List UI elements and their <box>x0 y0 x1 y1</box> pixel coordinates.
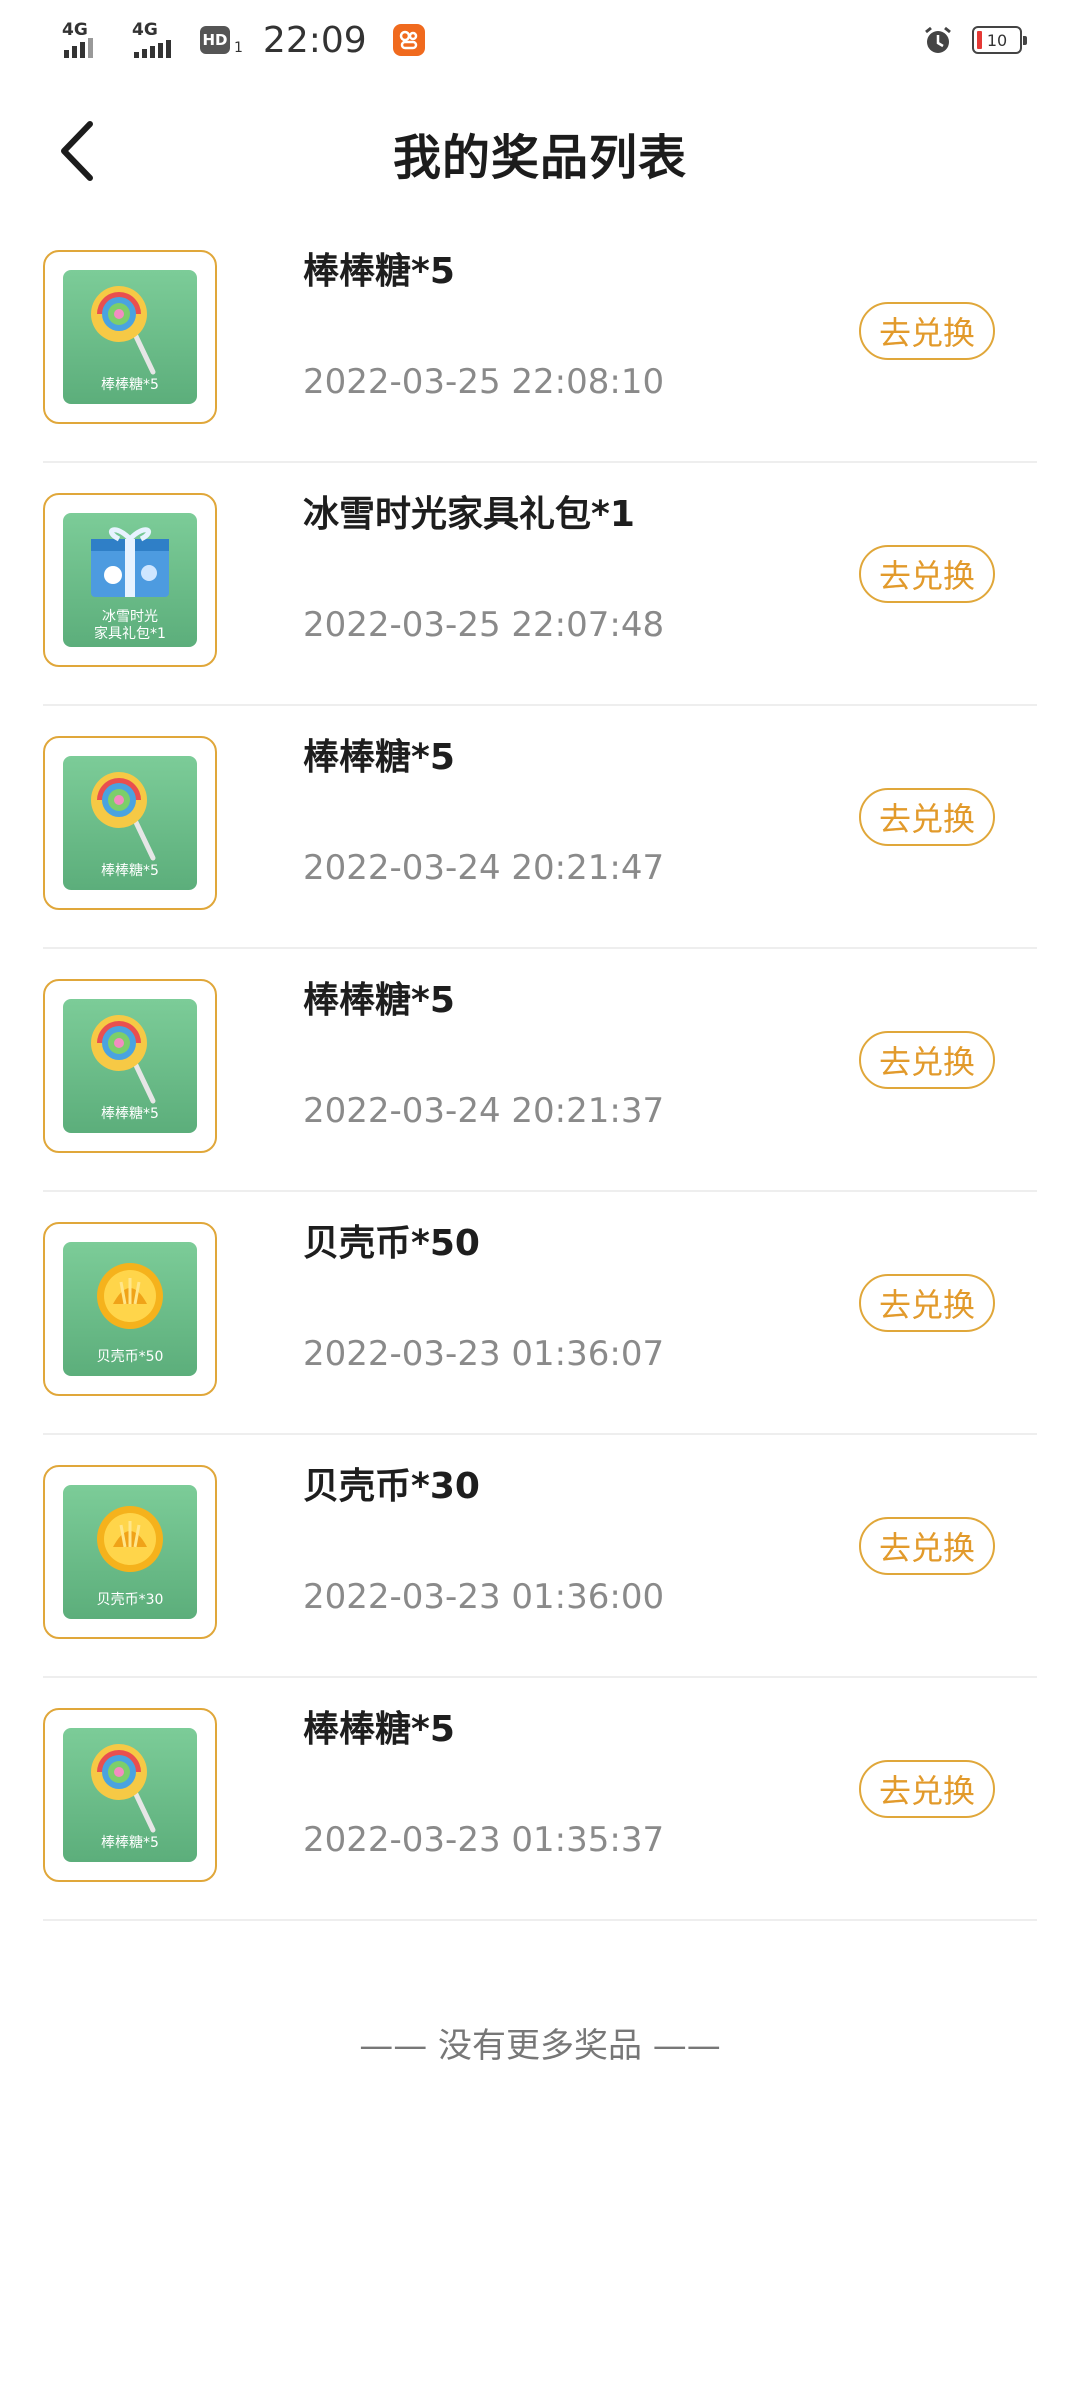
prize-name: 棒棒糖*5 <box>303 737 455 778</box>
prize-thumbnail: 棒棒糖*5 <box>43 736 217 910</box>
thumb-label: 棒棒糖*5 <box>101 863 159 879</box>
prize-thumbnail: 棒棒糖*5 <box>43 979 217 1153</box>
hd-sub-label: 1 <box>234 40 243 56</box>
prize-list: 棒棒糖*5 棒棒糖*5 2022-03-25 22:08:10 去兑换 冰雪时光 <box>43 220 1037 1921</box>
alarm-icon <box>922 24 954 56</box>
battery-level: 10 <box>986 30 1008 50</box>
status-bar: 4G 4G HD 1 22:09 10 <box>0 0 1080 84</box>
prize-name: 棒棒糖*5 <box>303 1709 455 1750</box>
prize-name: 贝壳币*30 <box>303 1466 480 1507</box>
thumb-label: 棒棒糖*5 <box>101 377 159 393</box>
redeem-button[interactable]: 去兑换 <box>859 302 995 360</box>
prize-name: 棒棒糖*5 <box>303 980 455 1021</box>
thumb-label: 贝壳币*30 <box>96 1592 164 1608</box>
network-type-label: 4G <box>132 20 158 40</box>
list-item: 棒棒糖*5 棒棒糖*5 2022-03-24 20:21:37 去兑换 <box>43 949 1037 1192</box>
prize-time: 2022-03-25 22:07:48 <box>303 605 665 645</box>
thumb-label: 贝壳币*50 <box>96 1349 164 1365</box>
thumb-label-line: 冰雪时光 <box>102 609 158 625</box>
thumb-label: 棒棒糖*5 <box>101 1106 159 1122</box>
prize-name: 棒棒糖*5 <box>303 251 455 292</box>
page-title: 我的奖品列表 <box>392 130 687 186</box>
network-type-label: 4G <box>62 20 88 40</box>
signal-icon: 4G <box>60 18 118 62</box>
prize-name: 冰雪时光家具礼包*1 <box>303 494 635 535</box>
list-item: 冰雪时光 家具礼包*1 冰雪时光家具礼包*1 2022-03-25 22:07:… <box>43 463 1037 706</box>
prize-time: 2022-03-24 20:21:47 <box>303 848 665 888</box>
redeem-button[interactable]: 去兑换 <box>859 1274 995 1332</box>
prize-time: 2022-03-23 01:35:37 <box>303 1820 665 1860</box>
prize-time: 2022-03-24 20:21:37 <box>303 1091 665 1131</box>
thumb-label: 棒棒糖*5 <box>101 1835 159 1851</box>
signal-icon: 4G <box>130 18 188 62</box>
prize-thumbnail: 棒棒糖*5 <box>43 1708 217 1882</box>
thumb-label-line: 家具礼包*1 <box>94 626 166 642</box>
redeem-button[interactable]: 去兑换 <box>859 545 995 603</box>
prize-name: 贝壳币*50 <box>303 1223 480 1264</box>
list-item: 贝壳币*50 贝壳币*50 2022-03-23 01:36:07 去兑换 <box>43 1192 1037 1435</box>
list-item: 贝壳币*30 贝壳币*30 2022-03-23 01:36:00 去兑换 <box>43 1435 1037 1678</box>
app-notification-icon <box>392 24 425 56</box>
hd-icon: HD <box>200 26 230 54</box>
redeem-button[interactable]: 去兑换 <box>859 1760 995 1818</box>
prize-thumbnail: 贝壳币*50 <box>43 1222 217 1396</box>
list-item: 棒棒糖*5 棒棒糖*5 2022-03-23 01:35:37 去兑换 <box>43 1678 1037 1921</box>
prize-time: 2022-03-23 01:36:07 <box>303 1334 665 1374</box>
battery-icon: 10 <box>972 26 1027 54</box>
redeem-button[interactable]: 去兑换 <box>859 1517 995 1575</box>
prize-thumbnail: 贝壳币*30 <box>43 1465 217 1639</box>
no-more-prizes-label: —— 没有更多奖品 —— <box>359 2026 721 2066</box>
prize-time: 2022-03-23 01:36:00 <box>303 1577 665 1617</box>
redeem-button[interactable]: 去兑换 <box>859 1031 995 1089</box>
list-item: 棒棒糖*5 棒棒糖*5 2022-03-24 20:21:47 去兑换 <box>43 706 1037 949</box>
prize-time: 2022-03-25 22:08:10 <box>303 362 665 402</box>
prize-thumbnail: 棒棒糖*5 <box>43 250 217 424</box>
prize-thumbnail: 冰雪时光 家具礼包*1 <box>43 493 217 667</box>
list-item: 棒棒糖*5 棒棒糖*5 2022-03-25 22:08:10 去兑换 <box>43 220 1037 463</box>
thumb-label: 冰雪时光 家具礼包*1 <box>63 609 197 643</box>
header: 我的奖品列表 <box>0 90 1080 210</box>
status-time: 22:09 <box>262 19 367 61</box>
redeem-button[interactable]: 去兑换 <box>859 788 995 846</box>
